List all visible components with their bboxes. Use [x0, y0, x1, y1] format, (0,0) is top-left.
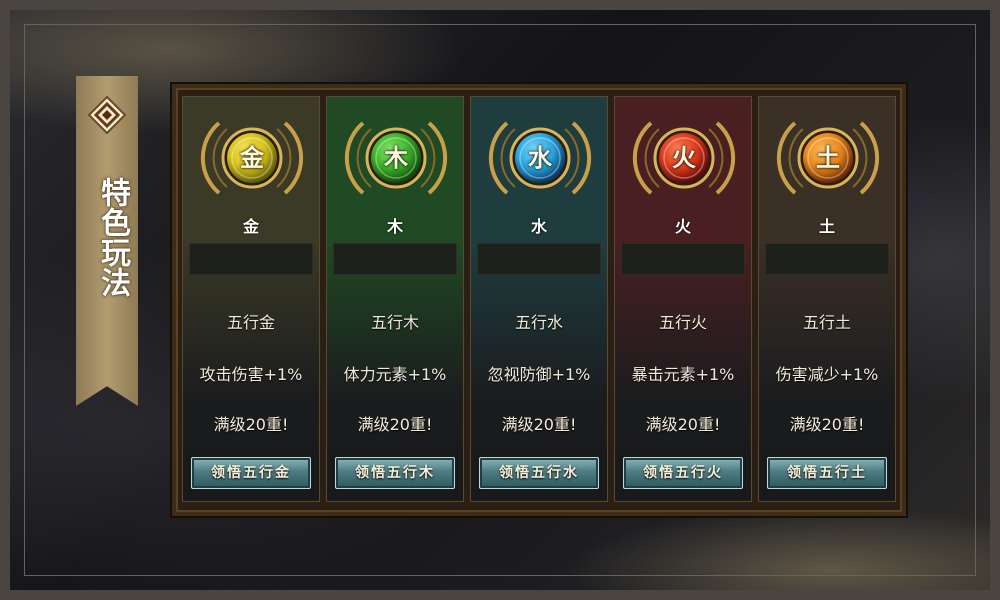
progress-slot: [765, 243, 889, 275]
comprehend-gold-button[interactable]: 领悟五行金: [191, 457, 311, 489]
element-max-level: 满级20重!: [213, 415, 289, 434]
element-effect: 攻击伤害+1%: [199, 365, 303, 384]
element-label: 火: [674, 217, 691, 236]
element-name: 五行火: [658, 313, 707, 332]
element-card-earth: 土 土 五行土 伤害减少+1% 满级20重! 领悟五行土: [758, 96, 896, 502]
element-card-fire: 火 火 五行火 暴击元素+1% 满级20重! 领悟五行火: [614, 96, 752, 502]
element-label: 水: [530, 217, 547, 236]
comprehend-wood-button[interactable]: 领悟五行木: [335, 457, 455, 489]
element-effect: 暴击元素+1%: [631, 365, 735, 384]
progress-slot: [621, 243, 745, 275]
comprehend-water-button[interactable]: 领悟五行水: [479, 457, 599, 489]
element-effect: 伤害减少+1%: [775, 365, 879, 384]
orb-character: 金: [240, 143, 264, 172]
orb-character: 木: [384, 143, 408, 172]
orb-character: 火: [672, 143, 696, 172]
element-name: 五行土: [802, 313, 851, 332]
element-name: 五行木: [370, 313, 419, 332]
progress-slot: [333, 243, 457, 275]
comprehend-earth-button[interactable]: 领悟五行土: [767, 457, 887, 489]
element-card-water: 水 水 五行水 忽视防御+1% 满级20重! 领悟五行水: [470, 96, 608, 502]
element-label: 土: [818, 217, 835, 236]
element-max-level: 满级20重!: [789, 415, 865, 434]
diamond-emblem-icon: [88, 96, 126, 134]
orb-character: 水: [528, 143, 552, 172]
element-label: 金: [242, 217, 259, 236]
element-card-gold: 金 金 五行金 攻击伤害+1% 满级20重! 领悟五行金: [182, 96, 320, 502]
element-card-wood: 木 木 五行木 体力元素+1% 满级20重! 领悟五行木: [326, 96, 464, 502]
element-max-level: 满级20重!: [357, 415, 433, 434]
element-effect: 忽视防御+1%: [487, 365, 591, 384]
comprehend-fire-button[interactable]: 领悟五行火: [623, 457, 743, 489]
progress-slot: [189, 243, 313, 275]
element-max-level: 满级20重!: [501, 415, 577, 434]
element-max-level: 满级20重!: [645, 415, 721, 434]
element-effect: 体力元素+1%: [343, 365, 447, 384]
element-name: 五行金: [226, 313, 275, 332]
element-name: 五行水: [514, 313, 563, 332]
feature-title: 特色玩法: [95, 177, 130, 297]
progress-slot: [477, 243, 601, 275]
element-label: 木: [386, 217, 403, 236]
orb-character: 土: [816, 143, 840, 172]
five-elements-panel: 金 金 五行金 攻击伤害+1% 满级20重! 领悟五行金 木 木 五行木 体力元…: [172, 84, 906, 516]
